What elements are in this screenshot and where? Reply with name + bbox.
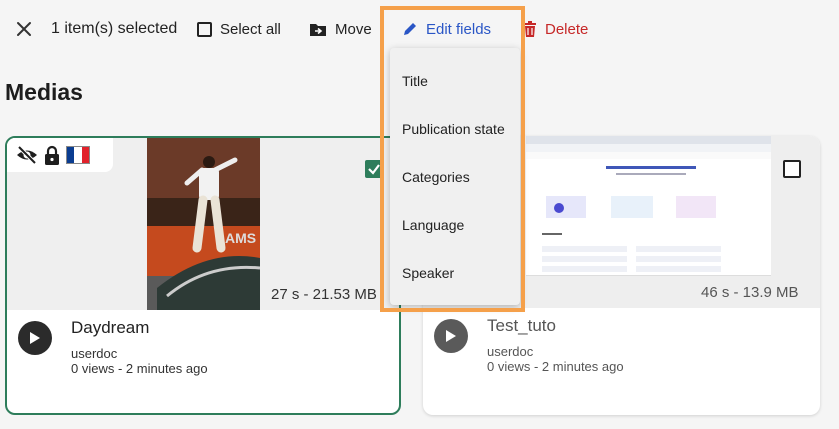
edit-fields-button[interactable]: Edit fields [402, 17, 491, 41]
video-preview-image: AMS [147, 138, 260, 310]
status-badges [7, 138, 113, 172]
upload-date: - 2 minutes ago [533, 359, 624, 374]
page-title: Medias [5, 79, 83, 105]
duration-size: 27 s - 21.53 MB [271, 286, 377, 303]
pencil-icon [404, 23, 416, 35]
view-count: 0 views [71, 361, 115, 376]
media-stats: 0 views - 2 minutes ago [487, 359, 624, 374]
play-icon [446, 330, 456, 342]
media-stats: 0 views - 2 minutes ago [71, 361, 208, 376]
menu-item-publication-state[interactable]: Publication state [402, 121, 505, 137]
trash-icon [524, 21, 536, 37]
media-owner[interactable]: userdoc [71, 346, 117, 361]
media-owner[interactable]: userdoc [487, 344, 533, 359]
folder-move-icon [310, 23, 326, 36]
selection-checkbox[interactable] [365, 160, 383, 178]
media-card[interactable]: AMS 27 s - 21.53 MB Daydream userdoc 0 v… [5, 136, 401, 415]
select-all-button[interactable]: Select all [197, 17, 281, 41]
visibility-off-icon [17, 146, 37, 164]
checkbox-outline-icon [197, 21, 212, 37]
play-button[interactable] [434, 319, 468, 353]
delete-label: Delete [545, 20, 589, 38]
menu-item-categories[interactable]: Categories [402, 169, 470, 185]
close-icon [17, 22, 31, 36]
edit-fields-label: Edit fields [426, 20, 492, 38]
move-label: Move [335, 20, 372, 38]
menu-item-language[interactable]: Language [402, 217, 464, 233]
french-flag-icon [66, 146, 90, 164]
selected-count: 1 item(s) selected [51, 20, 178, 37]
view-count: 0 views [487, 359, 531, 374]
menu-item-title[interactable]: Title [402, 73, 428, 89]
checkmark-icon [368, 164, 380, 175]
media-thumbnail[interactable]: AMS 27 s - 21.53 MB [7, 138, 399, 310]
close-selection-button[interactable] [12, 17, 36, 41]
svg-text:AMS: AMS [225, 230, 256, 246]
media-title[interactable]: Daydream [71, 318, 149, 338]
duration-size: 46 s - 13.9 MB [701, 284, 799, 301]
menu-item-speaker[interactable]: Speaker [402, 265, 454, 281]
play-icon [30, 332, 40, 344]
select-all-label: Select all [220, 20, 281, 38]
selection-checkbox[interactable] [783, 160, 801, 178]
delete-button[interactable]: Delete [523, 17, 588, 41]
play-button[interactable] [18, 321, 52, 355]
lock-icon [45, 145, 59, 165]
edit-fields-menu: Title Publication state Categories Langu… [390, 48, 520, 305]
media-title[interactable]: Test_tuto [487, 316, 556, 336]
upload-date: - 2 minutes ago [117, 361, 208, 376]
move-button[interactable]: Move [309, 17, 372, 41]
screenshot-preview-image [526, 136, 771, 276]
